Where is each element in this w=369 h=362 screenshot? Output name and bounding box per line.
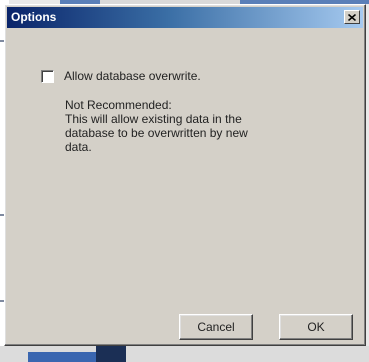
background-taskbar-item [28, 352, 96, 362]
note-line: Not Recommended: [65, 98, 172, 112]
cancel-button[interactable]: Cancel [179, 314, 253, 340]
options-dialog: Options Allow database overwrite. Not Re… [4, 4, 366, 346]
close-button[interactable] [344, 10, 360, 24]
close-icon [348, 13, 356, 21]
screen: Options Allow database overwrite. Not Re… [0, 0, 369, 362]
allow-overwrite-checkbox[interactable] [41, 69, 54, 83]
overwrite-option-row: Allow database overwrite. [41, 69, 201, 83]
note-line: This will allow existing data in the [65, 112, 242, 126]
note-line: data. [65, 140, 92, 154]
title-bar[interactable]: Options [7, 7, 363, 28]
dialog-title: Options [11, 10, 57, 24]
background-taskbar-item-dark [96, 346, 126, 362]
warning-note: Not Recommended: This will allow existin… [65, 98, 295, 154]
allow-overwrite-label[interactable]: Allow database overwrite. [64, 69, 201, 83]
note-line: database to be overwritten by new [65, 126, 248, 140]
ok-button[interactable]: OK [279, 314, 353, 340]
